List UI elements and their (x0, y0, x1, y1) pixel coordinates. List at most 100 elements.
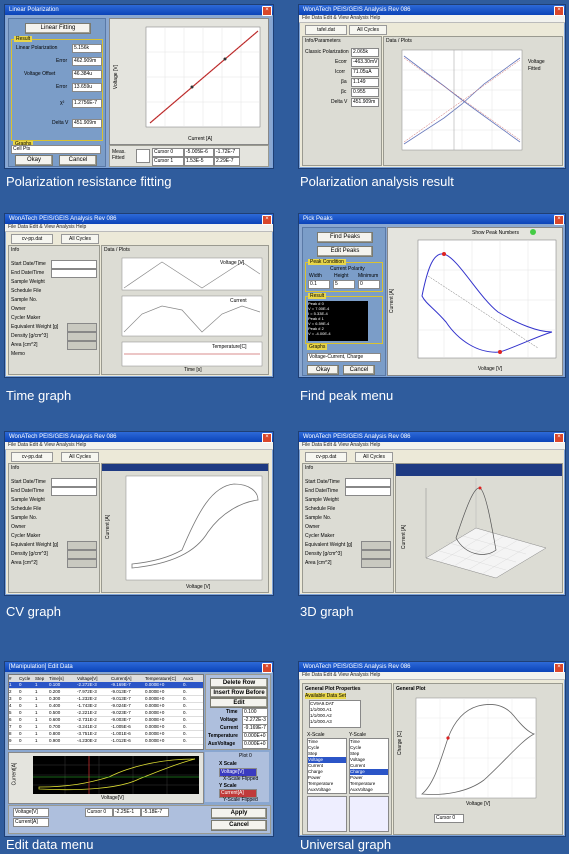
cursor-select[interactable]: Cursor 0 (85, 808, 113, 817)
width-input[interactable]: 0.1 (308, 280, 330, 289)
window: WonATech PEIS/GEIS Analysis Rev 086 × Fil… (298, 4, 566, 169)
field-value-5[interactable]: 451.909m (72, 119, 102, 128)
cursor-0-select[interactable]: Cursor 0 (152, 148, 184, 157)
select-1[interactable]: Voltage[V] (13, 808, 49, 817)
table-row[interactable]: 5 0 1 0.500 -2.221E-2 -9.023E-7 0.000E+0 0. (9, 710, 203, 717)
field-value-4[interactable]: 1.2756E-7 (72, 99, 102, 108)
edit-button[interactable]: Edit (210, 698, 268, 708)
x-options[interactable] (307, 796, 347, 832)
delete-row-button[interactable]: Delete Row (210, 678, 268, 688)
graph-select[interactable]: Cell Pts (11, 145, 101, 154)
window: Linear Polarization × Linear Fitting Resu… (4, 4, 274, 169)
close-icon[interactable]: × (554, 215, 564, 225)
cursor-1-y[interactable]: 2.29E-7 (214, 157, 240, 166)
caption-universal-graph: Universal graph (300, 837, 392, 852)
x-axis-label: Voltage [V] (478, 366, 503, 372)
file-tab[interactable]: cv-pp.dat (305, 452, 347, 462)
title-bar: WonATech PEIS/GEIS Analysis Rev 086 × (299, 432, 565, 443)
menu-bar[interactable]: File Data Edit & View Analysis Help (299, 672, 565, 680)
close-icon[interactable]: × (262, 215, 272, 225)
okay-button[interactable]: Okay (307, 365, 339, 375)
close-icon[interactable]: × (262, 663, 272, 673)
edit-plot[interactable]: Current[A] Voltage[V] (8, 752, 204, 804)
left-panel: Find Peaks Edit Peaks Peak Condition Cur… (302, 227, 386, 376)
table-row[interactable]: 2 0 1 0.200 -7.972E-3 -9.013E-7 0.000E+0 0. (9, 689, 203, 696)
x-scale-list[interactable]: Time Cycle Step Voltage Current Charge Power… (307, 738, 347, 794)
height-input[interactable]: 5 (333, 280, 355, 289)
caption-polarization-analysis: Polarization analysis result (300, 174, 454, 189)
fit-plot[interactable]: Current [A] Voltage [V] (109, 18, 269, 145)
close-icon[interactable]: × (554, 663, 564, 673)
cancel-button[interactable]: Cancel (59, 155, 97, 166)
graph-select[interactable]: Voltage-Current, Charge (307, 353, 381, 362)
cursor-x[interactable]: -2.25E-1 (113, 808, 141, 817)
menu-bar[interactable]: File Data Edit & View Analysis Help (299, 442, 565, 450)
caption-time-graph: Time graph (6, 388, 72, 403)
cycle-tab[interactable]: All Cycles (349, 25, 387, 35)
cycle-tab[interactable]: All Cycles (355, 452, 393, 462)
field-value-0[interactable]: 5.156k (72, 44, 102, 53)
cycle-tab[interactable]: All Cycles (61, 234, 99, 244)
file-tab[interactable]: cv-pp.dat (11, 234, 53, 244)
field-auxvoltage[interactable]: 0.000E+0 (242, 740, 268, 749)
surface-3d-chart[interactable] (396, 478, 562, 592)
cursor-0-y[interactable]: -1.72E-7 (214, 148, 240, 157)
window: WonATech PEIS/GEIS Analysis Rev 086 × Fil… (298, 431, 566, 596)
field-value-3[interactable]: 13.659u (72, 83, 102, 92)
cursor-1-select[interactable]: Cursor 1 (152, 157, 184, 166)
cancel-button[interactable]: Cancel (343, 365, 375, 375)
x-flip-label[interactable]: X-Scale Flipped (223, 776, 258, 782)
apply-button[interactable]: Apply (211, 808, 267, 819)
linear-fitting-button[interactable]: Linear Fitting (25, 23, 91, 34)
height-label: Height (334, 273, 349, 279)
y-axis-label: Charge [C] (397, 730, 404, 756)
close-icon[interactable]: × (262, 6, 272, 16)
data-table[interactable]: # Cycle Step Time[s] Voltage[V] Current[A] Tem… (8, 674, 204, 750)
cv-chart[interactable] (102, 472, 268, 592)
cycle-tab[interactable]: All Cycles (61, 452, 99, 462)
cancel-button[interactable]: Cancel (211, 820, 267, 831)
minimum-input[interactable]: 0 (358, 280, 380, 289)
close-icon[interactable]: × (554, 6, 564, 16)
table-row[interactable]: 6 0 1 0.600 -2.731E-2 -9.003E-7 0.000E+0 0. (9, 717, 203, 724)
cursor-0-x[interactable]: -5.005E-6 (184, 148, 214, 157)
table-row[interactable]: 9 0 1 0.900 -4.230E-2 -1.012E-6 0.000E+0 0. (9, 738, 203, 745)
y-axis-label: Voltage [V] (113, 64, 120, 90)
field-value-1[interactable]: 462.909m (72, 57, 102, 66)
result-label: Result (14, 36, 33, 42)
file-tab[interactable]: cv-pp.dat (11, 452, 53, 462)
edit-peaks-button[interactable]: Edit Peaks (317, 246, 373, 257)
insert-row-button[interactable]: Insert Row Before (210, 688, 268, 698)
menu-bar[interactable]: File Data Edit & View Analysis Help (299, 15, 565, 23)
show-peak-numbers-toggle[interactable] (530, 229, 536, 235)
peak-plot[interactable]: Show Peak Numbers Voltage [V] Current [A… (387, 227, 563, 376)
find-peaks-button[interactable]: Find Peaks (317, 232, 373, 243)
close-icon[interactable]: × (554, 433, 564, 443)
cursor-select[interactable]: Cursor 0 (434, 814, 464, 823)
table-row[interactable]: 7 0 1 0.700 -3.241E-2 -1.005E-6 0.000E+0 0. (9, 724, 203, 731)
table-row[interactable]: 8 0 1 0.800 -3.751E-2 -1.001E-6 0.000E+0 0. (9, 731, 203, 738)
cursor-1-x[interactable]: 1.53E-5 (184, 157, 214, 166)
menu-bar[interactable]: File Data Edit & View Analysis Help (5, 224, 273, 232)
table-row[interactable]: 1 0 1 0.100 -2.272E-3 -9.169E-7 0.000E+0 0. (9, 682, 203, 689)
select-2[interactable]: Current[A] (13, 818, 49, 827)
time-chart[interactable] (102, 254, 268, 372)
title-bar: Linear Polarization × (5, 5, 273, 16)
file-tab[interactable]: tafel.dat (305, 25, 347, 35)
cursor-y[interactable]: -5.18E-7 (141, 808, 169, 817)
x-axis-label: Voltage [V] (466, 801, 491, 807)
z-axis-label: Current [A] (401, 524, 408, 550)
menu-bar[interactable]: File Data Edit & View Analysis Help (5, 442, 273, 450)
data-set-list[interactable]: CV9A9.DAT 1/1/000.A1 1/1/000.A2 1/1/000.A3 (309, 700, 361, 728)
y-axis-label: Current [A] (105, 514, 112, 540)
y-options[interactable] (349, 796, 389, 832)
close-icon[interactable]: × (262, 433, 272, 443)
y-flip-label[interactable]: Y-Scale Flipped (223, 797, 258, 803)
table-row[interactable]: 3 0 1 0.300 -1.232E-2 -9.013E-7 0.000E+0 0. (9, 696, 203, 703)
y-scale-list[interactable]: Time Cycle Step Voltage Current Charge Power… (349, 738, 389, 794)
okay-button[interactable]: Okay (15, 155, 53, 166)
field-value-2[interactable]: 46.384u (72, 70, 102, 79)
plots-panel: Voltage [V] Current [A] (101, 463, 269, 593)
table-row[interactable]: 4 0 1 0.400 -1.743E-2 -9.024E-7 0.000E+0 0. (9, 703, 203, 710)
result-list[interactable]: Peak # 0V = 7.00E-4 I = 5.33E-4 Peak # 1V… (308, 301, 368, 341)
